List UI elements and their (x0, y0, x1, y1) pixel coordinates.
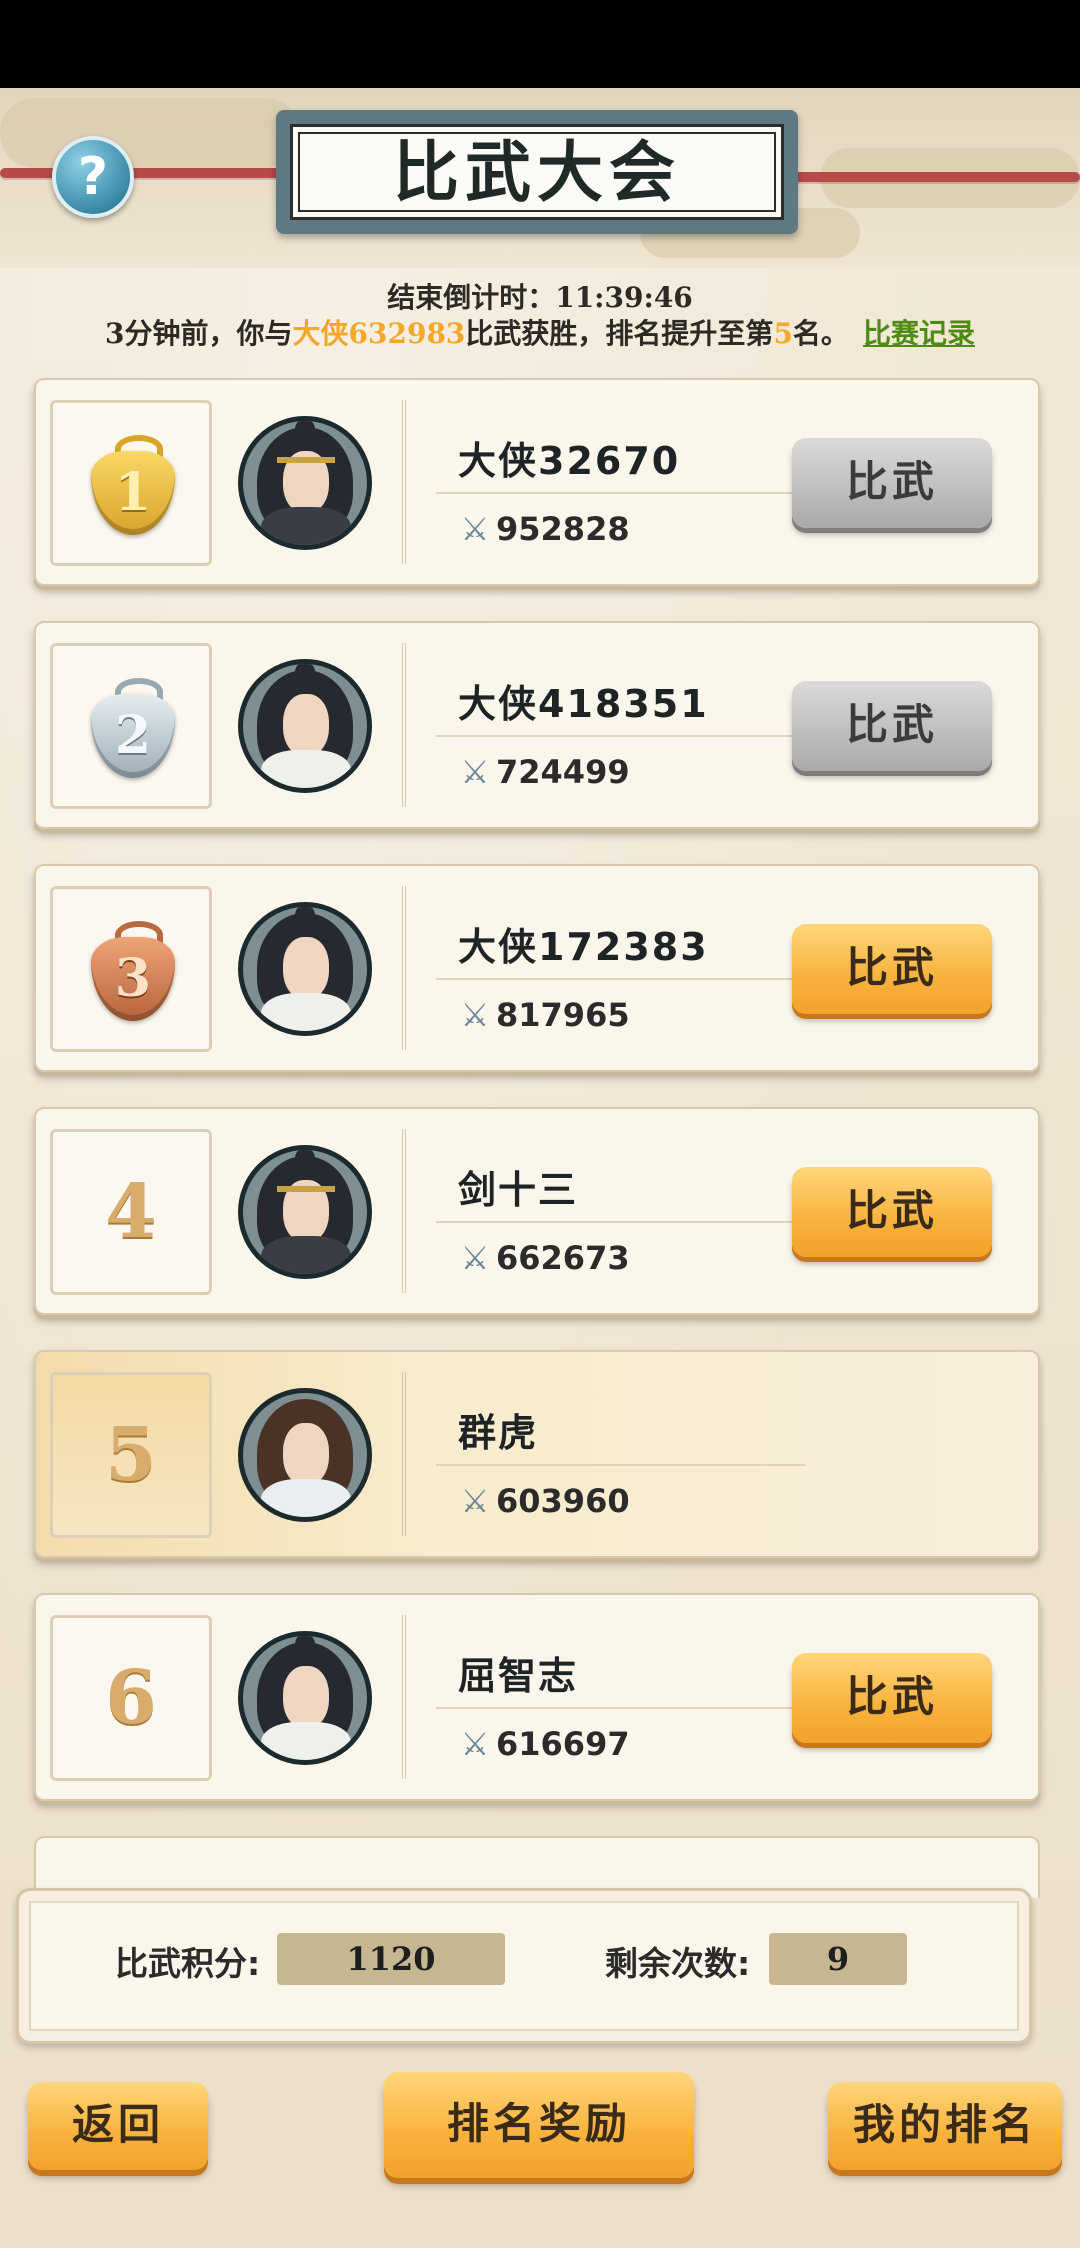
countdown-label: 结束倒计时： (387, 281, 556, 314)
divider (436, 735, 806, 737)
notice-suffix: 名。 (792, 317, 849, 350)
countdown: 结束倒计时：11:39:46 (0, 276, 1080, 316)
avatar (238, 659, 372, 793)
score-label: 比武积分: (115, 1944, 261, 1983)
ranking-row-self: 5 群虎 ⚔ 603960 (34, 1350, 1040, 1558)
back-button[interactable]: 返回 (28, 2082, 208, 2170)
player-name: 大侠418351 (458, 682, 709, 726)
duel-button[interactable]: 比武 (792, 1167, 992, 1257)
silver-medal-icon: 2 (91, 678, 175, 778)
power-value: ⚔ 603960 (458, 1482, 630, 1520)
divider (436, 1464, 806, 1466)
power-number: 603960 (496, 1482, 630, 1520)
rope-right (784, 172, 1080, 182)
ranking-row: 4 剑十三 ⚔ 662673 比武 (34, 1107, 1040, 1315)
duel-button[interactable]: 比武 (792, 924, 992, 1014)
player-info: 群虎 ⚔ 603960 (402, 1372, 1006, 1536)
rank-number: 2 (114, 705, 152, 766)
power-value: ⚔ 724499 (458, 753, 630, 791)
notice-prefix: 3分钟前，你与 (105, 317, 293, 350)
match-record-link[interactable]: 比赛记录 (863, 317, 975, 350)
status-bar (0, 0, 1080, 88)
power-value: ⚔ 662673 (458, 1239, 630, 1277)
battle-notice: 3分钟前，你与大侠632983比武获胜，排名提升至第5名。 比赛记录 (0, 312, 1080, 352)
rank-badge: 2 (50, 643, 212, 809)
notice-rank: 5 (773, 317, 793, 350)
divider (436, 978, 806, 980)
rope-left (0, 168, 290, 178)
power-number: 616697 (496, 1725, 630, 1763)
countdown-value: 11:39:46 (555, 281, 693, 314)
divider (436, 1707, 806, 1709)
player-name: 大侠172383 (458, 925, 709, 969)
rank-badge: 3 (50, 886, 212, 1052)
duel-button[interactable]: 比武 (792, 681, 992, 771)
crossed-swords-icon: ⚔ (460, 1239, 490, 1277)
rank-number: 3 (114, 948, 152, 1009)
bronze-medal-icon: 3 (91, 921, 175, 1021)
power-value: ⚔ 817965 (458, 996, 630, 1034)
crossed-swords-icon: ⚔ (460, 996, 490, 1034)
crossed-swords-icon: ⚔ (460, 510, 490, 548)
title-frame: 比武大会 (290, 124, 784, 220)
power-number: 724499 (496, 753, 630, 791)
cloud-decoration (0, 98, 300, 168)
remaining-label: 剩余次数: (605, 1944, 751, 1983)
my-ranking-button[interactable]: 我的排名 (828, 2082, 1062, 2170)
power-value: ⚔ 952828 (458, 510, 630, 548)
crossed-swords-icon: ⚔ (460, 1725, 490, 1763)
avatar (238, 416, 372, 550)
title-plaque: 比武大会 (276, 110, 798, 234)
remaining-value: 9 (769, 1933, 907, 1985)
divider (436, 1221, 806, 1223)
player-name: 屈智志 (458, 1654, 579, 1698)
notice-middle: 比武获胜，排名提升至第 (465, 317, 774, 350)
power-number: 952828 (496, 510, 630, 548)
ranking-row: 3 大侠172383 ⚔ 817965 比武 (34, 864, 1040, 1072)
rank-badge: 5 (50, 1372, 212, 1538)
notice-opponent: 大侠632983 (292, 317, 466, 350)
avatar (238, 1388, 372, 1522)
crossed-swords-icon: ⚔ (460, 753, 490, 791)
rank-number: 1 (114, 462, 152, 523)
rank-number: 6 (105, 1655, 157, 1741)
power-value: ⚔ 616697 (458, 1725, 630, 1763)
ranking-row: 6 屈智志 ⚔ 616697 比武 (34, 1593, 1040, 1801)
avatar (238, 1145, 372, 1279)
page-title: 比武大会 (393, 134, 681, 211)
player-name: 剑十三 (458, 1168, 579, 1212)
gold-medal-icon: 1 (91, 435, 175, 535)
rank-number: 5 (105, 1412, 157, 1498)
player-name: 群虎 (458, 1411, 539, 1455)
help-button[interactable]: ? (52, 136, 134, 218)
rank-badge: 1 (50, 400, 212, 566)
rank-number: 4 (105, 1169, 157, 1255)
rank-badge: 6 (50, 1615, 212, 1781)
ranking-reward-button[interactable]: 排名奖励 (384, 2072, 694, 2178)
crossed-swords-icon: ⚔ (460, 1482, 490, 1520)
ranking-row: 2 大侠418351 ⚔ 724499 比武 (34, 621, 1040, 829)
duel-button[interactable]: 比武 (792, 1653, 992, 1743)
player-name: 大侠32670 (458, 439, 681, 483)
rank-badge: 4 (50, 1129, 212, 1295)
ranking-row: 1 大侠32670 ⚔ 952828 比武 (34, 378, 1040, 586)
divider (436, 492, 806, 494)
duel-button[interactable]: 比武 (792, 438, 992, 528)
power-number: 817965 (496, 996, 630, 1034)
stats-panel: 比武积分: 1120 剩余次数: 9 (16, 1888, 1032, 2044)
avatar (238, 902, 372, 1036)
power-number: 662673 (496, 1239, 630, 1277)
score-value: 1120 (277, 1933, 505, 1985)
avatar (238, 1631, 372, 1765)
